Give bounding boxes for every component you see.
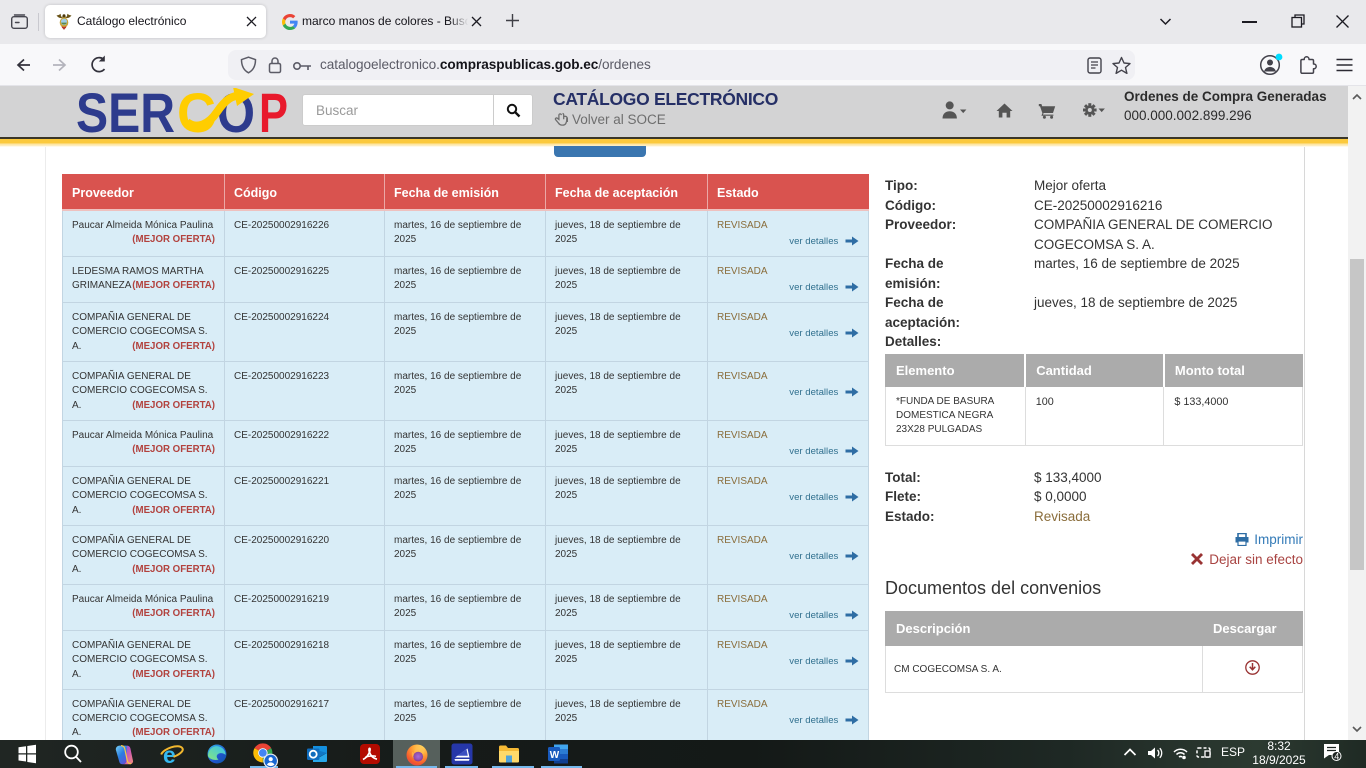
svg-text:4: 4 bbox=[1334, 751, 1339, 761]
svg-text:W: W bbox=[550, 750, 560, 761]
svg-text:P: P bbox=[259, 88, 288, 134]
svg-text:SER: SER bbox=[76, 88, 175, 134]
